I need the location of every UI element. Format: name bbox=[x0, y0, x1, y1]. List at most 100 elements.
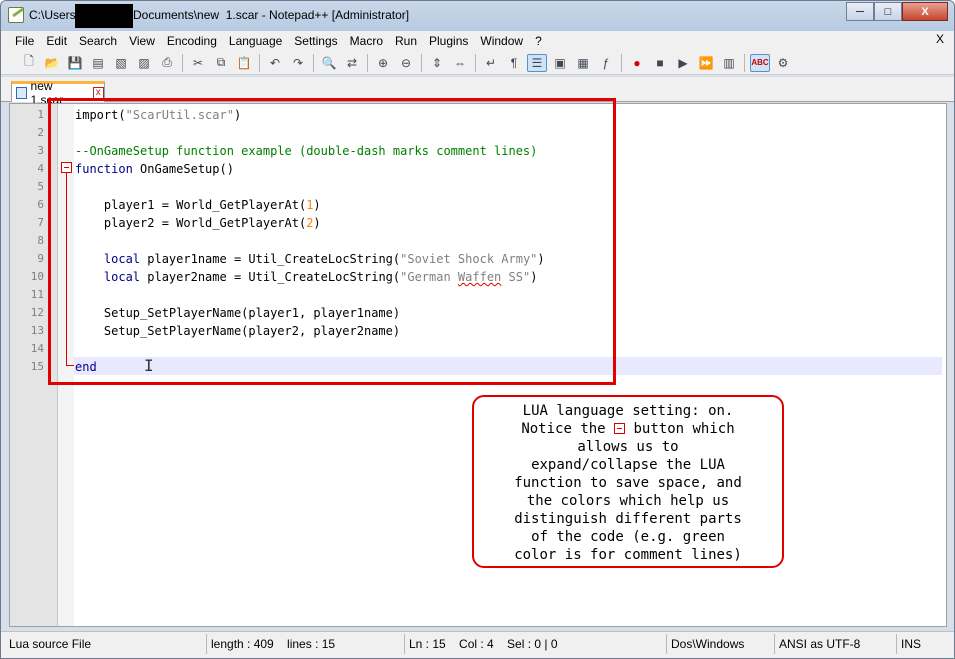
line-number: 4 bbox=[37, 162, 44, 175]
zoom-in-icon[interactable]: ⊕ bbox=[373, 54, 393, 72]
toolbar-separator bbox=[475, 53, 476, 72]
line-number: 3 bbox=[37, 144, 44, 157]
line-number: 5 bbox=[37, 180, 44, 193]
close-document-button[interactable]: X bbox=[936, 32, 944, 46]
close-window-button[interactable]: X bbox=[902, 2, 948, 21]
replace-icon[interactable]: ⇄ bbox=[342, 54, 362, 72]
line-number: 10 bbox=[30, 270, 44, 283]
spell-check-icon[interactable]: ABC bbox=[750, 53, 770, 72]
status-length: length : 409 lines : 15 bbox=[207, 634, 405, 654]
toolbar-separator bbox=[367, 53, 368, 72]
note-line: LUA language setting: on. bbox=[522, 403, 734, 419]
menu-encoding[interactable]: Encoding bbox=[161, 31, 223, 51]
line-number: 6 bbox=[37, 198, 44, 211]
cut-icon[interactable]: ✂ bbox=[188, 54, 208, 72]
close-all-icon[interactable]: ▨ bbox=[134, 54, 154, 72]
save-icon[interactable]: 💾 bbox=[65, 54, 85, 72]
indent-guide-icon[interactable]: ☰ bbox=[527, 53, 547, 72]
line-number: 14 bbox=[30, 342, 44, 355]
toolbar-separator bbox=[621, 53, 622, 72]
menu-file[interactable]: File bbox=[9, 31, 40, 51]
toolbar-separator bbox=[421, 53, 422, 72]
user-language-icon[interactable]: ▣ bbox=[550, 54, 570, 72]
line-number: 15 bbox=[30, 360, 44, 373]
plugin-icon[interactable]: ⚙ bbox=[773, 54, 793, 72]
window-controls: ─ □ X bbox=[846, 2, 948, 21]
open-file-icon[interactable]: 📂 bbox=[42, 54, 62, 72]
title-suffix: Documents\new 1.scar - Notepad++ [Admini… bbox=[133, 8, 410, 22]
menu-view[interactable]: View bbox=[123, 31, 161, 51]
doc-map-icon[interactable]: ▦ bbox=[573, 54, 593, 72]
line-number: 13 bbox=[30, 324, 44, 337]
menu-edit[interactable]: Edit bbox=[40, 31, 73, 51]
status-position: Ln : 15 Col : 4 Sel : 0 | 0 bbox=[405, 634, 667, 654]
stop-macro-icon[interactable]: ■ bbox=[650, 54, 670, 72]
toolbar-separator bbox=[313, 53, 314, 72]
note-line: allows us to bbox=[577, 439, 679, 455]
title-prefix: C:\Users bbox=[29, 8, 76, 22]
line-number: 12 bbox=[30, 306, 44, 319]
sync-vertical-icon[interactable]: ⇕ bbox=[427, 54, 447, 72]
status-mode: INS bbox=[901, 637, 922, 651]
title-bar[interactable]: C:\Users Documents\new 1.scar - Notepad+… bbox=[1, 1, 954, 31]
menu-run[interactable]: Run bbox=[389, 31, 423, 51]
menu-window[interactable]: Window bbox=[474, 31, 529, 51]
new-file-icon[interactable]: 🗋 bbox=[19, 54, 39, 72]
note-line: Notice the button which bbox=[474, 420, 782, 438]
document-icon bbox=[16, 87, 27, 99]
menu-plugins[interactable]: Plugins bbox=[423, 31, 474, 51]
print-icon[interactable]: ⎙ bbox=[157, 54, 177, 72]
menu-settings[interactable]: Settings bbox=[288, 31, 343, 51]
save-macro-icon[interactable]: ▥ bbox=[719, 54, 739, 72]
line-number: 7 bbox=[37, 216, 44, 229]
find-icon[interactable]: 🔍 bbox=[319, 54, 339, 72]
collapse-box-icon bbox=[614, 423, 626, 434]
note-line: color is for comment lines) bbox=[514, 547, 742, 563]
undo-icon[interactable]: ↶ bbox=[265, 54, 285, 72]
function-list-icon[interactable]: ƒ bbox=[596, 54, 616, 72]
status-encoding: ANSI as UTF-8 bbox=[775, 634, 897, 654]
note-text: Notice the bbox=[521, 421, 606, 437]
menu-search[interactable]: Search bbox=[73, 31, 123, 51]
copy-icon[interactable]: ⧉ bbox=[211, 54, 231, 72]
notepad-app-icon bbox=[8, 7, 24, 23]
menu-macro[interactable]: Macro bbox=[344, 31, 389, 51]
toolbar-separator bbox=[744, 53, 745, 72]
zoom-out-icon[interactable]: ⊖ bbox=[396, 54, 416, 72]
status-filetype: Lua source File bbox=[5, 634, 207, 654]
menu-help[interactable]: ? bbox=[529, 31, 548, 51]
record-macro-icon[interactable]: ● bbox=[627, 54, 647, 72]
word-wrap-icon[interactable]: ↵ bbox=[481, 54, 501, 72]
toolbar-separator bbox=[182, 53, 183, 72]
redo-icon[interactable]: ↷ bbox=[288, 54, 308, 72]
note-line: function to save space, and bbox=[514, 475, 742, 491]
line-number: 8 bbox=[37, 234, 44, 247]
line-number: 11 bbox=[30, 288, 44, 301]
line-number: 2 bbox=[37, 126, 44, 139]
toolbar: 🗋 📂 💾 ▤ ▧ ▨ ⎙ ✂ ⧉ 📋 ↶ ↷ 🔍 ⇄ ⊕ ⊖ ⇕ ⇔ ↵ ¶ … bbox=[1, 51, 954, 75]
note-line: distinguish different parts bbox=[514, 511, 742, 527]
paste-icon[interactable]: 📋 bbox=[234, 54, 254, 72]
close-file-icon[interactable]: ▧ bbox=[111, 54, 131, 72]
note-line: the colors which help us bbox=[526, 493, 730, 509]
sync-horizontal-icon[interactable]: ⇔ bbox=[450, 54, 470, 72]
maximize-button[interactable]: □ bbox=[874, 2, 902, 21]
status-bar: Lua source File length : 409 lines : 15 … bbox=[1, 631, 954, 658]
menu-language[interactable]: Language bbox=[223, 31, 288, 51]
line-number: 1 bbox=[37, 108, 44, 121]
note-text: button which bbox=[633, 421, 735, 437]
redaction-bar bbox=[75, 4, 133, 28]
note-line: of the code (e.g. green bbox=[531, 529, 725, 545]
show-all-chars-icon[interactable]: ¶ bbox=[504, 54, 524, 72]
minimize-button[interactable]: ─ bbox=[846, 2, 874, 21]
save-all-icon[interactable]: ▤ bbox=[88, 54, 108, 72]
line-number: 9 bbox=[37, 252, 44, 265]
note-line: expand/collapse the LUA bbox=[531, 457, 725, 473]
run-macro-multiple-icon[interactable]: ⏩ bbox=[696, 54, 716, 72]
status-eol: Dos\Windows bbox=[667, 634, 775, 654]
toolbar-separator bbox=[259, 53, 260, 72]
play-macro-icon[interactable]: ▶ bbox=[673, 54, 693, 72]
annotation-note: LUA language setting: on. Notice the but… bbox=[472, 395, 784, 568]
menu-bar: File Edit Search View Encoding Language … bbox=[1, 31, 954, 51]
annotation-highlight-box bbox=[48, 98, 616, 385]
